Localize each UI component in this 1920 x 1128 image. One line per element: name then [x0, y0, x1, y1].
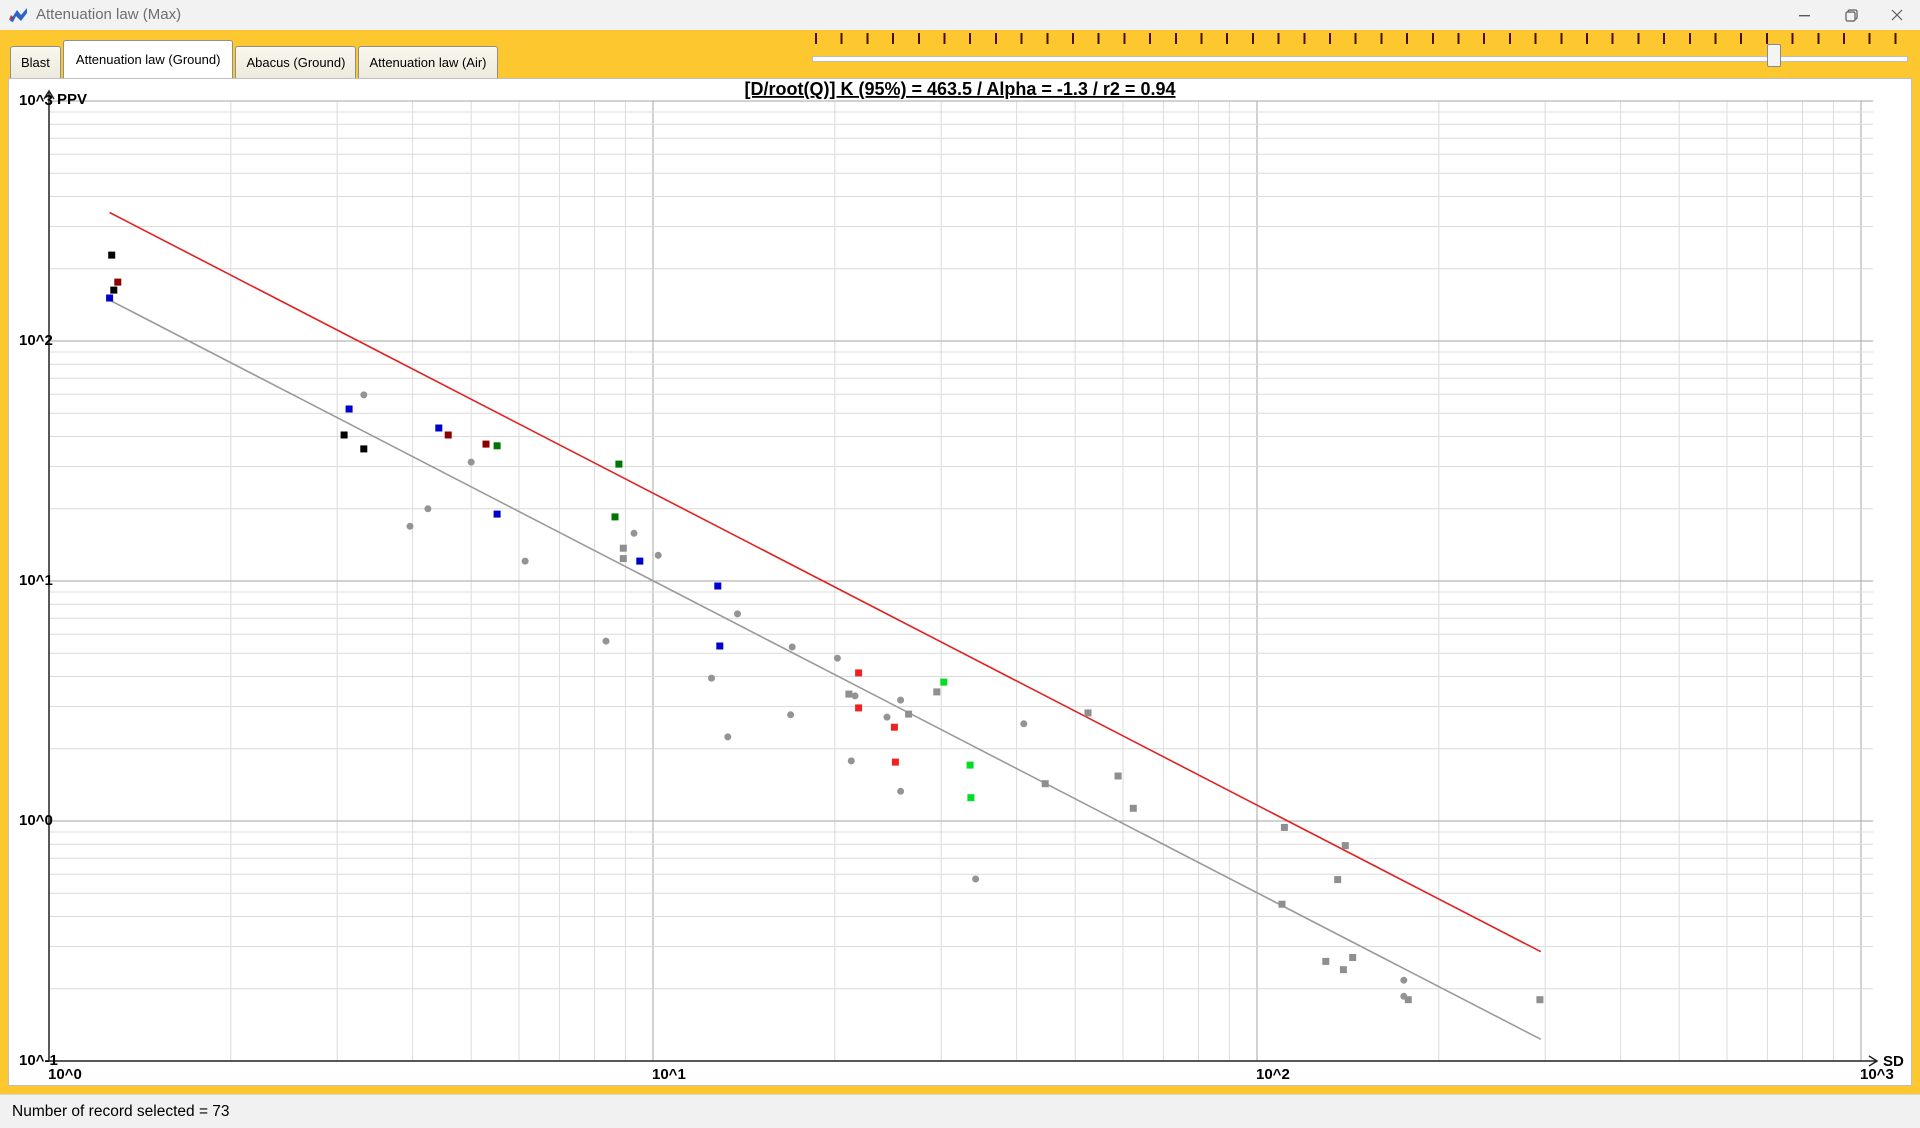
zoom-slider-thumb[interactable]	[1767, 44, 1781, 67]
svg-text:10^2: 10^2	[19, 332, 53, 349]
svg-text:10^3: 10^3	[19, 92, 53, 109]
series-gray-dots	[360, 391, 1407, 999]
zoom-slider-track[interactable]	[812, 56, 1908, 62]
chart-plot-area[interactable]: 10^310^210^110^010^-110^010^110^210^3PPV…	[9, 79, 1911, 1085]
x-tick-labels: 10^010^110^210^3	[48, 1066, 1894, 1083]
minimize-icon	[1799, 9, 1811, 21]
svg-text:10^1: 10^1	[19, 572, 53, 589]
fit-line-mean-fit	[108, 299, 1541, 1039]
svg-text:10^0: 10^0	[19, 812, 53, 829]
tab-attenuation-law-air[interactable]: Attenuation law (Air)	[358, 46, 497, 78]
tab-band: Blast Attenuation law (Ground) Abacus (G…	[0, 30, 1920, 78]
svg-text:10^2: 10^2	[1256, 1066, 1290, 1083]
tab-strip: Blast Attenuation law (Ground) Abacus (G…	[10, 40, 500, 78]
blast-app-icon	[8, 7, 28, 23]
series-bright-green	[940, 679, 974, 802]
x-axis-label: SD	[1883, 1053, 1904, 1070]
app-window: Attenuation law (Max) Blast Attenuation …	[0, 0, 1920, 1128]
svg-text:10^1: 10^1	[652, 1066, 686, 1083]
minimize-button[interactable]	[1782, 0, 1828, 30]
y-axis-label: PPV	[57, 91, 87, 108]
zoom-ruler-ticks	[815, 33, 1912, 44]
svg-text:10^0: 10^0	[48, 1066, 82, 1083]
fit-line-95%-envelope	[110, 213, 1541, 952]
window-controls	[1782, 0, 1920, 30]
chart-title: [D/root(Q)] K (95%) = 463.5 / Alpha = -1…	[745, 79, 1176, 99]
chart-panel: 10^310^210^110^010^-110^010^110^210^3PPV…	[8, 78, 1912, 1086]
close-button[interactable]	[1874, 0, 1920, 30]
y-tick-labels: 10^310^210^110^010^-1	[19, 92, 58, 1069]
window-title: Attenuation law (Max)	[36, 6, 181, 23]
gridlines	[49, 101, 1873, 1061]
maximize-button[interactable]	[1828, 0, 1874, 30]
close-icon	[1891, 9, 1903, 21]
series-gray-squares	[620, 545, 1544, 1004]
tab-abacus-ground[interactable]: Abacus (Ground)	[235, 46, 356, 78]
titlebar: Attenuation law (Max)	[0, 0, 1920, 30]
series-blue	[106, 295, 723, 650]
series-dark-red	[114, 279, 489, 448]
axes	[44, 91, 1877, 1066]
tab-attenuation-law-ground[interactable]: Attenuation law (Ground)	[63, 40, 234, 78]
record-count-text: Number of record selected = 73	[12, 1103, 230, 1121]
tab-blast[interactable]: Blast	[10, 46, 61, 78]
restore-icon	[1845, 9, 1858, 22]
status-bar: Number of record selected = 73	[0, 1094, 1920, 1128]
series-red	[855, 669, 899, 765]
